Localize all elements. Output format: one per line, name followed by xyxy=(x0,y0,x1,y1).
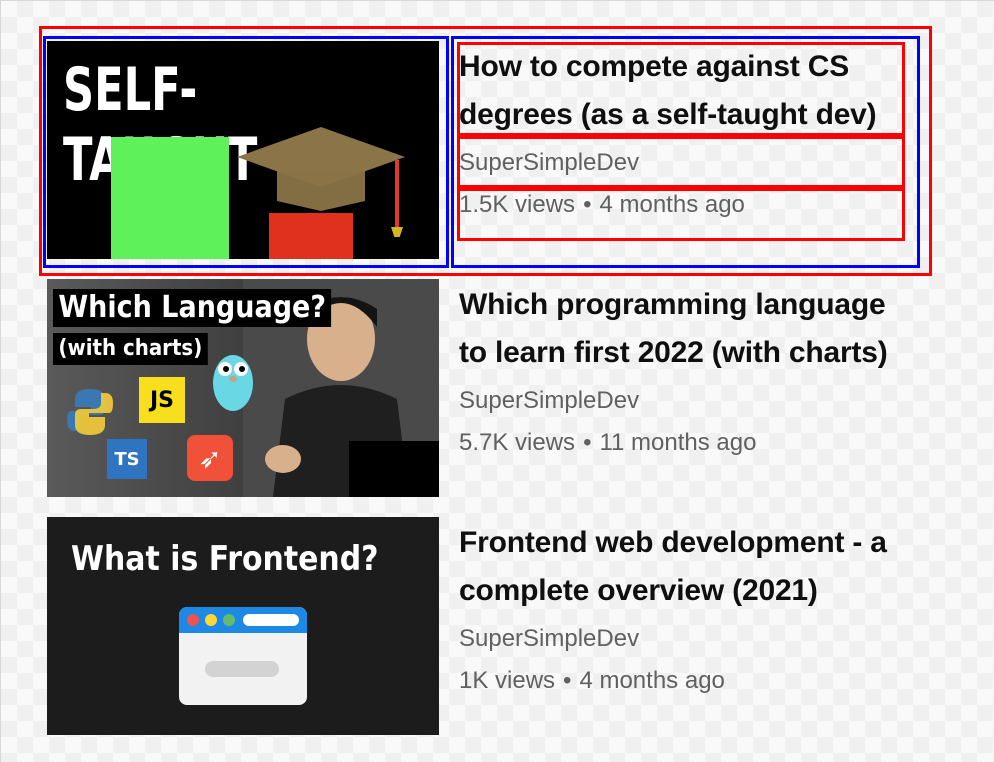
swift-logo-icon: ➶ xyxy=(187,435,233,481)
ts-logo-icon: TS xyxy=(107,439,147,479)
thumbnail-subtext: (with charts) xyxy=(53,333,208,365)
meta-separator: • xyxy=(583,429,592,456)
close-dot-icon xyxy=(187,614,199,626)
channel-name[interactable]: SuperSimpleDev xyxy=(459,617,909,661)
video-meta: 1K views • 4 months ago xyxy=(459,661,909,701)
video-info: Frontend web development - a complete ov… xyxy=(459,517,909,701)
video-meta: 1.5K views • 4 months ago xyxy=(459,185,909,225)
channel-name[interactable]: SuperSimpleDev xyxy=(459,379,909,423)
video-item[interactable]: What is Frontend? Frontend web developme… xyxy=(47,517,927,755)
maximize-dot-icon xyxy=(223,614,235,626)
go-gopher-icon xyxy=(213,355,253,411)
upload-age: 4 months ago xyxy=(599,191,745,218)
video-meta: 5.7K views • 11 months ago xyxy=(459,423,909,463)
meta-separator: • xyxy=(583,191,592,218)
video-title[interactable]: How to compete against CS degrees (as a … xyxy=(459,43,909,139)
upload-age: 11 months ago xyxy=(599,429,757,456)
video-list: SELF-TAUGHT How to compete against CS de… xyxy=(47,41,927,755)
view-count: 1K views xyxy=(459,667,556,694)
thumbnail-text: What is Frontend? xyxy=(71,539,379,579)
video-list-canvas: SELF-TAUGHT How to compete against CS de… xyxy=(0,0,994,762)
video-item[interactable]: Which Language? (with charts) JS TS ➶ Wh… xyxy=(47,279,927,517)
meta-separator: • xyxy=(563,667,572,694)
browser-window-icon xyxy=(179,607,307,705)
video-item[interactable]: SELF-TAUGHT How to compete against CS de… xyxy=(47,41,927,279)
graduation-cap-icon xyxy=(237,127,405,237)
video-thumbnail[interactable]: What is Frontend? xyxy=(47,517,439,735)
video-thumbnail[interactable]: SELF-TAUGHT xyxy=(47,41,439,259)
video-info: How to compete against CS degrees (as a … xyxy=(459,41,909,225)
python-logo-icon xyxy=(67,389,113,435)
browser-content-bar xyxy=(205,661,279,677)
video-title[interactable]: Frontend web development - a complete ov… xyxy=(459,519,909,615)
green-block xyxy=(111,137,229,259)
js-logo-icon: JS xyxy=(139,377,185,423)
thumbnail-text: Which Language? xyxy=(53,289,332,327)
upload-age: 4 months ago xyxy=(579,667,725,694)
minimize-dot-icon xyxy=(205,614,217,626)
video-thumbnail[interactable]: Which Language? (with charts) JS TS ➶ xyxy=(47,279,439,497)
view-count: 5.7K views xyxy=(459,429,576,456)
browser-address-pill xyxy=(243,614,299,626)
video-info: Which programming language to learn firs… xyxy=(459,279,909,463)
view-count: 1.5K views xyxy=(459,191,576,218)
black-overlay xyxy=(349,441,439,497)
video-title[interactable]: Which programming language to learn firs… xyxy=(459,281,909,377)
channel-name[interactable]: SuperSimpleDev xyxy=(459,141,909,185)
